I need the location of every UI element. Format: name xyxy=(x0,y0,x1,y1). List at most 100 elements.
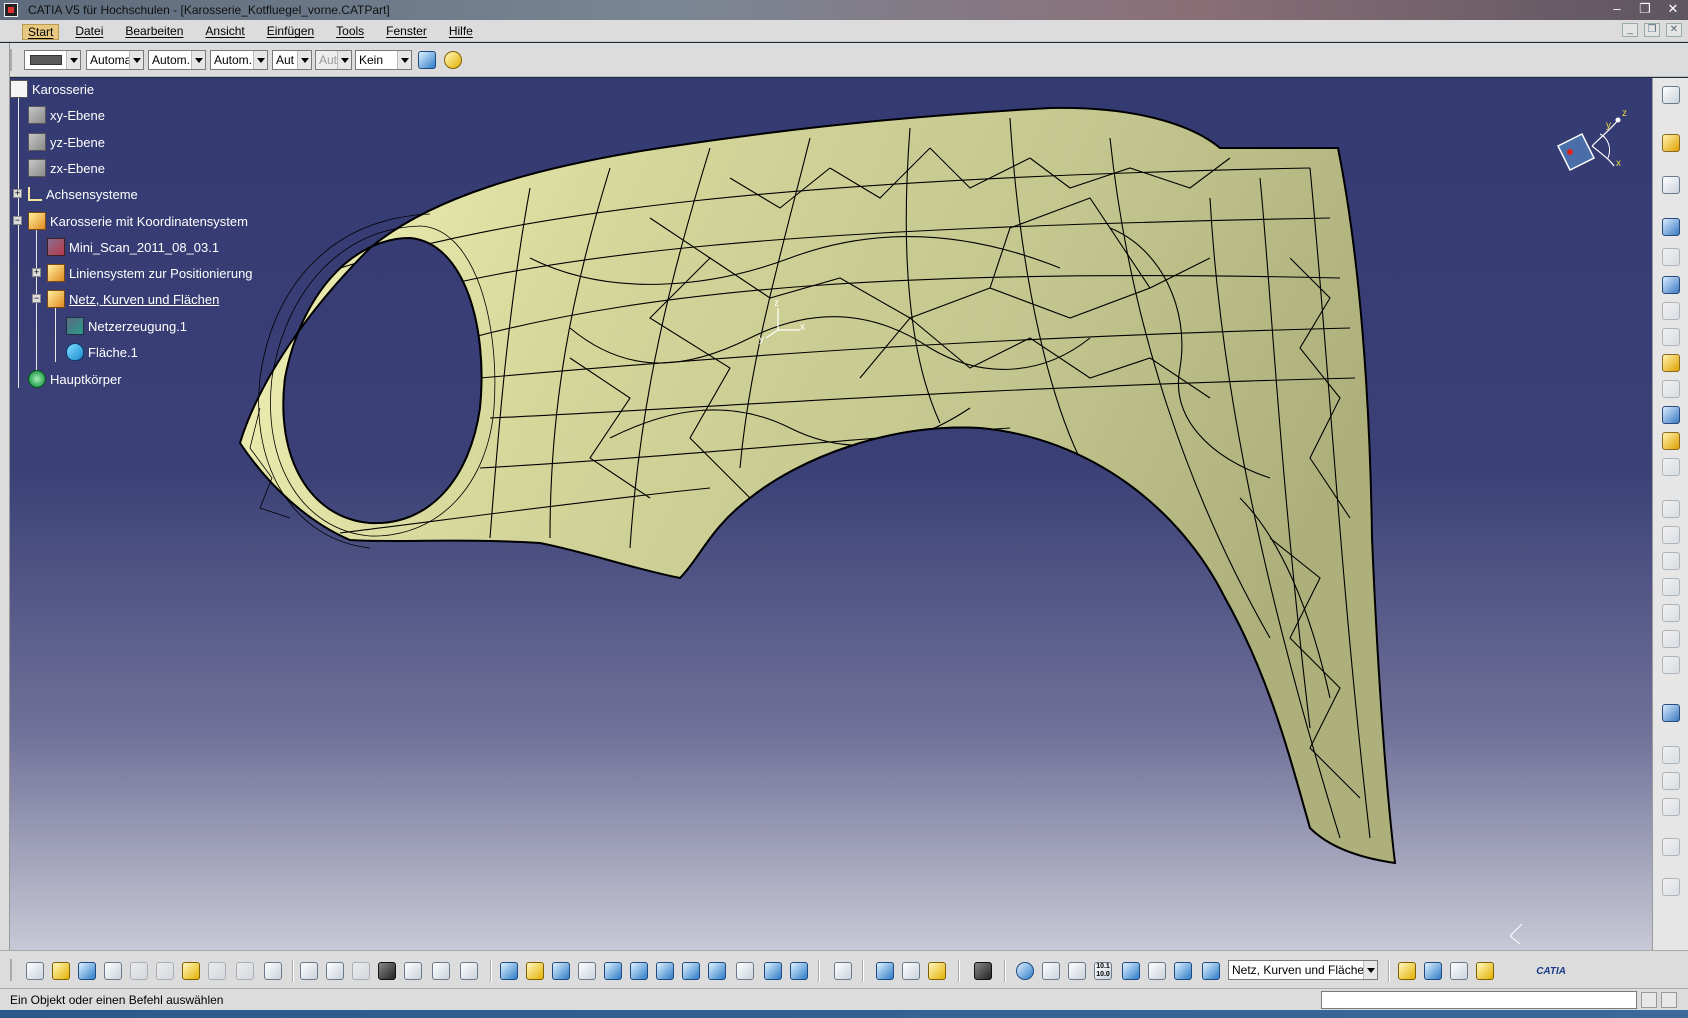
tree-node-karosserie[interactable]: Karosserie xyxy=(10,78,94,100)
menu-fenster[interactable]: Fenster xyxy=(386,24,427,40)
untrim-icon[interactable] xyxy=(1662,458,1680,476)
tree-node-achsensysteme[interactable]: Achsensysteme xyxy=(28,183,138,205)
revolve-icon[interactable] xyxy=(1662,248,1680,266)
check-icon[interactable] xyxy=(460,962,478,980)
restore-button[interactable]: ❐ xyxy=(1636,1,1654,17)
tree-node-netzerzeugung[interactable]: Netzerzeugung.1 xyxy=(66,315,187,337)
rotate-view-icon[interactable] xyxy=(578,962,596,980)
comment-icon[interactable] xyxy=(352,962,370,980)
save-icon[interactable] xyxy=(78,962,96,980)
knowledge-advisor-icon[interactable] xyxy=(326,962,344,980)
toolbar-grip[interactable] xyxy=(10,959,14,981)
scale-icon[interactable] xyxy=(1662,838,1680,856)
define-in-work-object-icon[interactable] xyxy=(1202,962,1220,980)
swap-visible-space-icon[interactable] xyxy=(790,962,808,980)
layers-icon[interactable] xyxy=(1662,704,1680,722)
line-type-combo[interactable]: Autom. xyxy=(210,50,268,70)
catia-app-icon[interactable] xyxy=(4,3,18,17)
healing-icon[interactable] xyxy=(1662,432,1680,450)
normal-view-icon[interactable] xyxy=(656,962,674,980)
tree-node-xy-ebene[interactable]: xy-Ebene xyxy=(28,104,105,126)
select-arrow-icon[interactable] xyxy=(1662,134,1680,152)
geometrical-set-create-icon[interactable] xyxy=(1398,962,1416,980)
hand-icon[interactable] xyxy=(1042,962,1060,980)
tree-node-zx-ebene[interactable]: zx-Ebene xyxy=(28,157,105,179)
hide-show-icon[interactable] xyxy=(764,962,782,980)
graphic-properties-icon[interactable] xyxy=(444,51,462,69)
sketch-icon[interactable] xyxy=(1662,176,1680,194)
multi-section-surface-icon[interactable] xyxy=(1662,354,1680,372)
work-on-support-icon[interactable] xyxy=(1174,962,1192,980)
cut-icon[interactable] xyxy=(130,962,148,980)
extrude-icon[interactable] xyxy=(1662,218,1680,236)
sketch-view-icon[interactable] xyxy=(834,962,852,980)
zoom-out-icon[interactable] xyxy=(630,962,648,980)
transparency-combo[interactable]: Automa xyxy=(86,50,144,70)
material-library-icon[interactable] xyxy=(1476,962,1494,980)
open-folder-icon[interactable] xyxy=(52,962,70,980)
rotate-icon[interactable] xyxy=(1662,656,1680,674)
analysis-icon[interactable]: 10.1 10.0 xyxy=(1094,962,1112,980)
sweep-icon[interactable] xyxy=(1662,276,1680,294)
translate-icon[interactable] xyxy=(1662,630,1680,648)
fender-surface[interactable] xyxy=(240,107,1395,864)
fill-color-combo[interactable] xyxy=(24,50,81,70)
doc-restore-button[interactable]: ❐ xyxy=(1644,23,1660,37)
grid-icon[interactable] xyxy=(1662,798,1680,816)
connect-checker-icon[interactable] xyxy=(1148,962,1166,980)
grid-toggle-icon[interactable] xyxy=(1122,962,1140,980)
snap-icon[interactable] xyxy=(902,962,920,980)
tree-node-karosserie-mit-koordinatensystem[interactable]: Karosserie mit Koordinatensystem xyxy=(28,210,248,232)
insert-body-icon[interactable] xyxy=(1424,962,1442,980)
line-thickness-combo[interactable]: Autom. xyxy=(148,50,206,70)
status-button-2[interactable] xyxy=(1661,992,1677,1008)
measure-icon[interactable] xyxy=(432,962,450,980)
doc-close-button[interactable]: ✕ xyxy=(1666,23,1682,37)
expand-liniensystem-toggle[interactable]: + xyxy=(32,268,41,277)
whats-this-icon[interactable] xyxy=(264,962,282,980)
close-button[interactable]: ✕ xyxy=(1664,1,1682,17)
print-icon[interactable] xyxy=(104,962,122,980)
formula-icon[interactable] xyxy=(300,962,318,980)
point-type-combo[interactable]: Aut xyxy=(272,50,312,70)
table-icon[interactable] xyxy=(378,962,396,980)
doc-minimize-button[interactable]: _ xyxy=(1622,23,1638,37)
compass-icon[interactable]: z y x xyxy=(1552,106,1632,186)
fit-all-icon[interactable] xyxy=(526,962,544,980)
format-painter-icon[interactable] xyxy=(418,51,436,69)
pan-icon[interactable] xyxy=(552,962,570,980)
menu-bearbeiten[interactable]: Bearbeiten xyxy=(125,24,183,40)
tree-node-yz-ebene[interactable]: yz-Ebene xyxy=(28,131,105,153)
offset-icon[interactable] xyxy=(1662,328,1680,346)
boundary-icon[interactable] xyxy=(1662,552,1680,570)
extract-icon[interactable] xyxy=(1662,578,1680,596)
axis-to-axis-icon[interactable] xyxy=(1662,878,1680,896)
tree-node-flaeche[interactable]: Fläche.1 xyxy=(66,341,138,363)
power-input-field[interactable] xyxy=(1321,991,1637,1009)
update-icon[interactable] xyxy=(1016,962,1034,980)
new-document-icon[interactable] xyxy=(26,962,44,980)
tree-node-hauptkoerper[interactable]: Hauptkörper xyxy=(28,368,122,390)
apply-material-icon[interactable] xyxy=(928,962,946,980)
shading-icon[interactable] xyxy=(736,962,754,980)
collapse-netz-kurven-toggle[interactable]: − xyxy=(32,294,41,303)
menu-einfuegen[interactable]: Einfügen xyxy=(267,24,314,40)
split-icon[interactable] xyxy=(1662,500,1680,518)
fill-icon[interactable] xyxy=(1662,302,1680,320)
tree-node-netz-kurven-flaechen[interactable]: Netz, Kurven und Flächen xyxy=(47,288,219,310)
pattern-icon[interactable] xyxy=(1662,746,1680,764)
tree-node-mini-scan[interactable]: Mini_Scan_2011_08_03.1 xyxy=(47,236,219,258)
toolbar-grip[interactable] xyxy=(10,49,14,71)
trim-icon[interactable] xyxy=(1662,526,1680,544)
redo-icon[interactable] xyxy=(236,962,254,980)
capture-camera-icon[interactable] xyxy=(974,962,992,980)
gear-icon[interactable] xyxy=(1662,86,1680,104)
menu-start[interactable]: Start xyxy=(22,24,60,40)
blend-icon[interactable] xyxy=(1662,380,1680,398)
minimize-button[interactable]: – xyxy=(1608,1,1626,17)
tree-node-liniensystem[interactable]: Liniensystem zur Positionierung xyxy=(47,262,253,284)
menu-datei[interactable]: Datei xyxy=(75,24,103,40)
menu-tools[interactable]: Tools xyxy=(336,24,364,40)
expand-achsensysteme-toggle[interactable]: + xyxy=(13,189,22,198)
undo-icon[interactable] xyxy=(208,962,226,980)
